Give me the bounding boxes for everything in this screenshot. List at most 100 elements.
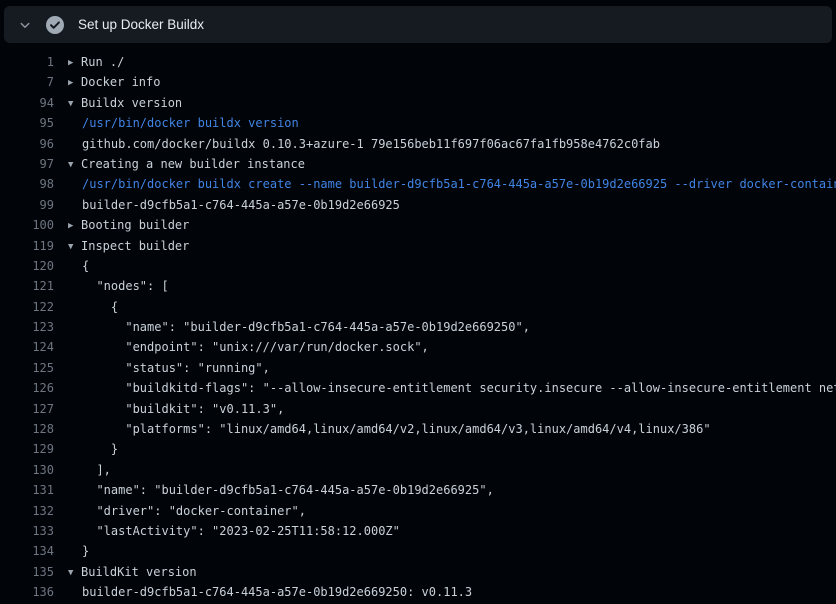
log-line-row: 123 "name": "builder-d9cfb5a1-c764-445a-… <box>0 317 836 337</box>
output-text: } <box>54 439 836 459</box>
line-number[interactable]: 136 <box>0 582 54 602</box>
group-toggle[interactable]: ▶Docker info <box>54 72 836 92</box>
output-text: "name": "builder-d9cfb5a1-c764-445a-a57e… <box>54 317 836 337</box>
output-text: "lastActivity": "2023-02-25T11:58:12.000… <box>54 521 836 541</box>
line-number[interactable]: 100 <box>0 215 54 235</box>
log-group-row: 135▼BuildKit version <box>0 562 836 582</box>
output-text: builder-d9cfb5a1-c764-445a-a57e-0b19d2e6… <box>54 582 836 602</box>
line-number[interactable]: 96 <box>0 134 54 154</box>
log-line-row: 133 "lastActivity": "2023-02-25T11:58:12… <box>0 521 836 541</box>
log-line-row: 124 "endpoint": "unix:///var/run/docker.… <box>0 337 836 357</box>
log-group-row: 94▼Buildx version <box>0 93 836 113</box>
line-number[interactable]: 128 <box>0 419 54 439</box>
group-expanded-icon[interactable]: ▼ <box>68 155 81 174</box>
group-collapsed-icon[interactable]: ▶ <box>68 216 81 235</box>
group-title: BuildKit version <box>81 565 197 579</box>
output-text: { <box>54 256 836 276</box>
step-header[interactable]: Set up Docker Buildx <box>4 6 832 43</box>
log-line-row: 136builder-d9cfb5a1-c764-445a-a57e-0b19d… <box>0 582 836 602</box>
log-line-row: 128 "platforms": "linux/amd64,linux/amd6… <box>0 419 836 439</box>
log-line-row: 129 } <box>0 439 836 459</box>
output-text: { <box>54 297 836 317</box>
log-line-row: 134} <box>0 541 836 561</box>
group-toggle[interactable]: ▼BuildKit version <box>54 562 836 582</box>
line-number[interactable]: 130 <box>0 460 54 480</box>
line-number[interactable]: 124 <box>0 337 54 357</box>
group-toggle[interactable]: ▶Booting builder <box>54 215 836 235</box>
line-number[interactable]: 126 <box>0 378 54 398</box>
log-viewer: 1▶Run ./7▶Docker info94▼Buildx version95… <box>0 52 836 603</box>
log-line-row: 126 "buildkitd-flags": "--allow-insecure… <box>0 378 836 398</box>
group-toggle[interactable]: ▼Buildx version <box>54 93 836 113</box>
output-text: "nodes": [ <box>54 276 836 296</box>
line-number[interactable]: 132 <box>0 501 54 521</box>
group-toggle[interactable]: ▼Creating a new builder instance <box>54 154 836 174</box>
line-number[interactable]: 7 <box>0 72 54 92</box>
line-number[interactable]: 99 <box>0 195 54 215</box>
command-text: /usr/bin/docker buildx version <box>54 113 836 133</box>
log-line-row: 99builder-d9cfb5a1-c764-445a-a57e-0b19d2… <box>0 195 836 215</box>
log-group-row: 97▼Creating a new builder instance <box>0 154 836 174</box>
line-number[interactable]: 120 <box>0 256 54 276</box>
output-text: } <box>54 541 836 561</box>
line-number[interactable]: 94 <box>0 93 54 113</box>
log-group-row: 7▶Docker info <box>0 72 836 92</box>
output-text: "buildkit": "v0.11.3", <box>54 399 836 419</box>
log-line-row: 95/usr/bin/docker buildx version <box>0 113 836 133</box>
line-number[interactable]: 98 <box>0 174 54 194</box>
group-title: Buildx version <box>81 96 182 110</box>
line-number[interactable]: 131 <box>0 480 54 500</box>
line-number[interactable]: 135 <box>0 562 54 582</box>
log-line-row: 96github.com/docker/buildx 0.10.3+azure-… <box>0 134 836 154</box>
log-line-row: 127 "buildkit": "v0.11.3", <box>0 399 836 419</box>
line-number[interactable]: 119 <box>0 236 54 256</box>
group-toggle[interactable]: ▶Run ./ <box>54 52 836 72</box>
check-circle-icon <box>46 16 64 34</box>
output-text: github.com/docker/buildx 0.10.3+azure-1 … <box>54 134 836 154</box>
log-group-row: 119▼Inspect builder <box>0 236 836 256</box>
group-title: Docker info <box>81 75 160 89</box>
log-line-row: 132 "driver": "docker-container", <box>0 501 836 521</box>
line-number[interactable]: 122 <box>0 297 54 317</box>
line-number[interactable]: 123 <box>0 317 54 337</box>
log-line-row: 122 { <box>0 297 836 317</box>
group-title: Run ./ <box>81 55 124 69</box>
line-number[interactable]: 129 <box>0 439 54 459</box>
group-collapsed-icon[interactable]: ▶ <box>68 53 81 72</box>
step-title: Set up Docker Buildx <box>78 17 204 32</box>
log-group-row: 100▶Booting builder <box>0 215 836 235</box>
group-title: Booting builder <box>81 218 189 232</box>
output-text: "platforms": "linux/amd64,linux/amd64/v2… <box>54 419 836 439</box>
group-collapsed-icon[interactable]: ▶ <box>68 73 81 92</box>
log-line-row: 125 "status": "running", <box>0 358 836 378</box>
log-line-row: 98/usr/bin/docker buildx create --name b… <box>0 174 836 194</box>
log-line-row: 131 "name": "builder-d9cfb5a1-c764-445a-… <box>0 480 836 500</box>
chevron-down-icon[interactable] <box>18 18 32 32</box>
output-text: ], <box>54 460 836 480</box>
line-number[interactable]: 133 <box>0 521 54 541</box>
group-title: Inspect builder <box>81 239 189 253</box>
log-line-row: 130 ], <box>0 460 836 480</box>
group-expanded-icon[interactable]: ▼ <box>68 237 81 256</box>
line-number[interactable]: 1 <box>0 52 54 72</box>
line-number[interactable]: 121 <box>0 276 54 296</box>
line-number[interactable]: 134 <box>0 541 54 561</box>
log-line-row: 120{ <box>0 256 836 276</box>
group-expanded-icon[interactable]: ▼ <box>68 94 81 113</box>
output-text: "name": "builder-d9cfb5a1-c764-445a-a57e… <box>54 480 836 500</box>
line-number[interactable]: 125 <box>0 358 54 378</box>
command-text: /usr/bin/docker buildx create --name bui… <box>54 174 836 194</box>
log-line-row: 121 "nodes": [ <box>0 276 836 296</box>
output-text: "driver": "docker-container", <box>54 501 836 521</box>
group-toggle[interactable]: ▼Inspect builder <box>54 236 836 256</box>
output-text: "endpoint": "unix:///var/run/docker.sock… <box>54 337 836 357</box>
line-number[interactable]: 127 <box>0 399 54 419</box>
group-expanded-icon[interactable]: ▼ <box>68 563 81 582</box>
group-title: Creating a new builder instance <box>81 157 305 171</box>
output-text: "status": "running", <box>54 358 836 378</box>
output-text: "buildkitd-flags": "--allow-insecure-ent… <box>54 378 836 398</box>
line-number[interactable]: 97 <box>0 154 54 174</box>
output-text: builder-d9cfb5a1-c764-445a-a57e-0b19d2e6… <box>54 195 836 215</box>
line-number[interactable]: 95 <box>0 113 54 133</box>
log-group-row: 1▶Run ./ <box>0 52 836 72</box>
